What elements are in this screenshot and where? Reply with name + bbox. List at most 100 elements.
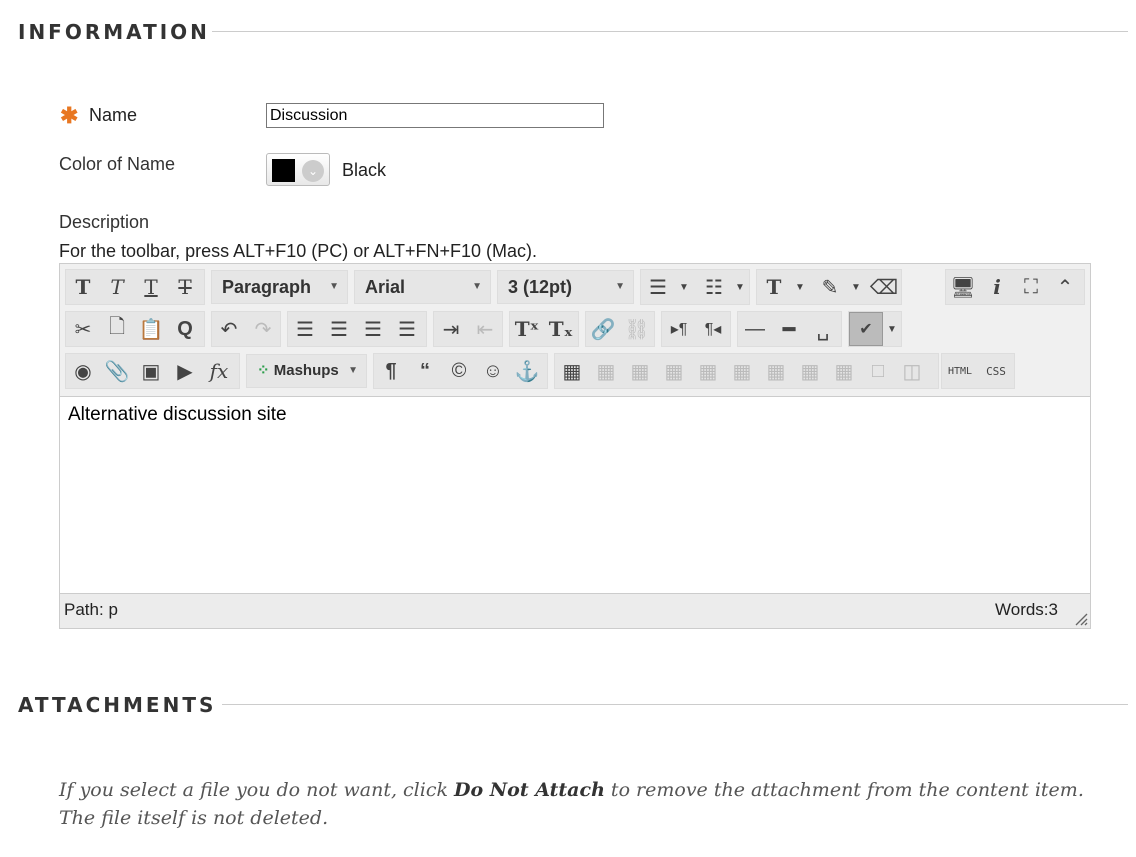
insert-media-icon[interactable]: ▶ bbox=[168, 354, 202, 388]
special-chars-group: ¶ “ © ☺ ⚓ bbox=[373, 353, 548, 389]
record-icon[interactable]: ◉ bbox=[66, 354, 100, 388]
resize-grip-icon[interactable] bbox=[1074, 612, 1088, 626]
font-select-value: Arial bbox=[365, 277, 406, 297]
editor-content[interactable]: Alternative discussion site bbox=[68, 404, 287, 426]
clipboard-group: ✂ 🗋 📋 Q bbox=[65, 311, 205, 347]
justify-icon[interactable]: ☰ bbox=[390, 312, 424, 346]
css-button[interactable]: CSS bbox=[978, 354, 1014, 388]
copyright-icon[interactable]: © bbox=[442, 354, 476, 388]
text-color-icon[interactable]: T bbox=[757, 270, 791, 304]
chevron-down-icon: ▼ bbox=[472, 281, 482, 292]
align-center-icon[interactable]: ☰ bbox=[322, 312, 356, 346]
table-row-after-icon[interactable]: ▦ bbox=[623, 354, 657, 388]
copy-icon[interactable]: 🗋 bbox=[100, 312, 134, 346]
outdent-icon[interactable]: ⇤ bbox=[468, 312, 502, 346]
cut-icon[interactable]: ✂ bbox=[66, 312, 100, 346]
chevron-down-icon: ▼ bbox=[615, 281, 625, 292]
rule-group: — ━ ␣ bbox=[737, 311, 842, 347]
strikethrough-icon[interactable]: T bbox=[168, 270, 202, 304]
mashups-select[interactable]: ⁘ Mashups ▼ bbox=[246, 354, 367, 388]
name-label: Name bbox=[89, 105, 138, 125]
attach-file-icon[interactable]: 📎 bbox=[100, 354, 134, 388]
chevron-down-icon: ⌄ bbox=[302, 160, 324, 182]
word-count: Words:3 bbox=[995, 600, 1058, 619]
redo-icon[interactable]: ↷ bbox=[246, 312, 280, 346]
paragraph-icon[interactable]: ¶ bbox=[374, 354, 408, 388]
table-merge-icon[interactable]: □ bbox=[861, 354, 895, 388]
italic-icon[interactable]: T bbox=[100, 270, 134, 304]
size-select-value: 3 (12pt) bbox=[508, 277, 573, 297]
thick-line-icon[interactable]: ━ bbox=[772, 312, 806, 346]
html-button[interactable]: HTML bbox=[942, 354, 978, 388]
subscript-icon[interactable]: Tₓ bbox=[544, 312, 578, 346]
table-row-before-icon[interactable]: ▦ bbox=[589, 354, 623, 388]
info-icon[interactable]: i bbox=[980, 270, 1014, 304]
color-label: Color of Name bbox=[59, 154, 176, 174]
attachment-note: If you select a file you do not want, cl… bbox=[59, 776, 1099, 832]
font-select[interactable]: Arial ▼ bbox=[354, 270, 491, 304]
list-group: ☰ ▼ ☷ ▼ bbox=[640, 269, 750, 305]
color-value-label: Black bbox=[342, 160, 387, 180]
link-icon[interactable]: 🔗 bbox=[586, 312, 620, 346]
highlight-icon[interactable]: ✎ bbox=[813, 270, 847, 304]
numbered-list-icon[interactable]: ☷ bbox=[697, 270, 731, 304]
name-input[interactable] bbox=[266, 103, 604, 128]
indent-group: ⇥ ⇤ bbox=[433, 311, 503, 347]
editor-toolbar: T T T T Paragraph ▼ Arial ▼ 3 (12pt) ▼ ☰ ▼ … bbox=[60, 264, 1090, 397]
math-formula-icon[interactable]: fx bbox=[202, 354, 236, 388]
table-cell-props-icon[interactable]: ▦ bbox=[793, 354, 827, 388]
mashups-icon: ⁘ bbox=[257, 362, 274, 379]
superscript-icon[interactable]: Tˣ bbox=[510, 312, 544, 346]
collapse-toolbar-icon[interactable]: ⌃ bbox=[1048, 270, 1082, 304]
text-style-group: T T T T bbox=[65, 269, 205, 305]
align-right-icon[interactable]: ☰ bbox=[356, 312, 390, 346]
eraser-icon[interactable]: ⌫ bbox=[867, 270, 901, 304]
anchor-icon[interactable]: ⚓ bbox=[510, 354, 544, 388]
link-group: 🔗 ⛓ bbox=[585, 311, 655, 347]
preview-icon[interactable]: 🖥 bbox=[946, 270, 980, 304]
unlink-icon[interactable]: ⛓ bbox=[620, 312, 654, 346]
spellcheck-icon[interactable]: ✔ bbox=[849, 312, 883, 346]
find-icon[interactable]: Q bbox=[168, 312, 202, 346]
insert-image-icon[interactable]: ▣ bbox=[134, 354, 168, 388]
chevron-down-icon[interactable]: ▼ bbox=[883, 312, 901, 346]
align-left-icon[interactable]: ☰ bbox=[288, 312, 322, 346]
horizontal-line-icon[interactable]: — bbox=[738, 312, 772, 346]
chevron-down-icon[interactable]: ▼ bbox=[731, 270, 749, 304]
color-group: T ▼ ✎ ▼ ⌫ bbox=[756, 269, 902, 305]
table-delete-col-icon[interactable]: ▦ bbox=[759, 354, 793, 388]
nonbreaking-space-icon[interactable]: ␣ bbox=[806, 312, 840, 346]
rtl-icon[interactable]: ¶◂ bbox=[696, 312, 730, 346]
color-picker-button[interactable]: ⌄ bbox=[266, 153, 330, 186]
indent-icon[interactable]: ⇥ bbox=[434, 312, 468, 346]
underline-icon[interactable]: T bbox=[134, 270, 168, 304]
format-select[interactable]: Paragraph ▼ bbox=[211, 270, 348, 304]
table-col-after-icon[interactable]: ▦ bbox=[725, 354, 759, 388]
undo-icon[interactable]: ↶ bbox=[212, 312, 246, 346]
chevron-down-icon[interactable]: ▼ bbox=[847, 270, 865, 304]
emoticon-icon[interactable]: ☺ bbox=[476, 354, 510, 388]
blockquote-icon[interactable]: “ bbox=[408, 354, 442, 388]
paste-icon[interactable]: 📋 bbox=[134, 312, 168, 346]
table-group: ▦ ▦ ▦ ▦ ▦ ▦ ▦ ▦ ▦ □ ◫ bbox=[554, 353, 939, 389]
chevron-down-icon[interactable]: ▼ bbox=[675, 270, 693, 304]
view-group: 🖥 i ⛶ ⌃ bbox=[945, 269, 1085, 305]
section-divider bbox=[212, 31, 1128, 32]
note-bold-text: Do Not Attach bbox=[454, 779, 605, 801]
bold-icon[interactable]: T bbox=[66, 270, 100, 304]
history-group: ↶ ↷ bbox=[211, 311, 281, 347]
insert-table-icon[interactable]: ▦ bbox=[555, 354, 589, 388]
align-group: ☰ ☰ ☰ ☰ bbox=[287, 311, 427, 347]
insert-media-group: ◉ 📎 ▣ ▶ fx bbox=[65, 353, 240, 389]
bullet-list-icon[interactable]: ☰ bbox=[641, 270, 675, 304]
table-row-props-icon[interactable]: ▦ bbox=[827, 354, 861, 388]
chevron-down-icon[interactable]: ▼ bbox=[791, 270, 809, 304]
path-value[interactable]: p bbox=[108, 600, 117, 619]
table-delete-row-icon[interactable]: ▦ bbox=[657, 354, 691, 388]
fullscreen-icon[interactable]: ⛶ bbox=[1014, 270, 1048, 304]
table-col-before-icon[interactable]: ▦ bbox=[691, 354, 725, 388]
table-split-icon[interactable]: ◫ bbox=[895, 354, 929, 388]
information-heading: INFORMATION bbox=[18, 20, 210, 44]
ltr-icon[interactable]: ▸¶ bbox=[662, 312, 696, 346]
size-select[interactable]: 3 (12pt) ▼ bbox=[497, 270, 634, 304]
